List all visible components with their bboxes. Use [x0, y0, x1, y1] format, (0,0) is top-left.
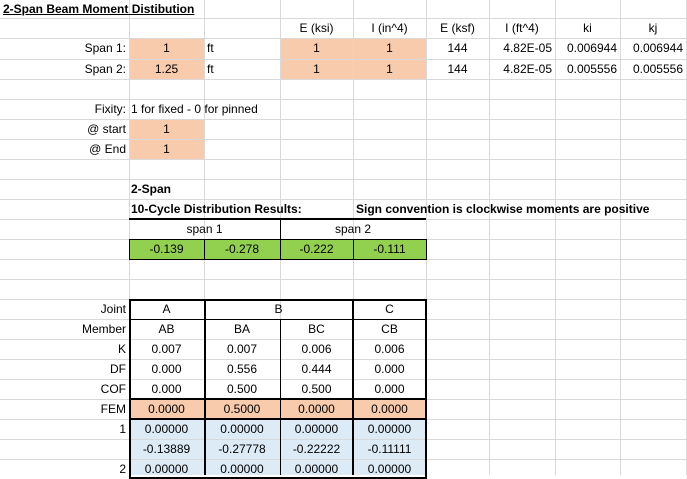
sheet-title: 2-Span Beam Moment Distibution: [3, 2, 195, 16]
fem-bottom-border: [129, 418, 426, 420]
span2-result-header: span 2: [334, 222, 372, 236]
header-ki: ki: [583, 21, 592, 35]
span2-e-ksi-cell[interactable]: 1: [280, 60, 353, 79]
span1-i-ft4-cell[interactable]: 4.82E-05: [489, 39, 552, 58]
cycle-2-label: 2: [119, 462, 126, 476]
spreadsheet-grid[interactable]: 2-Span Beam Moment Distibution E (ksi) I…: [0, 0, 687, 479]
fixity-end-label: @ End: [89, 142, 126, 156]
row-line: [0, 179, 687, 180]
span2-ki-cell[interactable]: 0.005556: [555, 60, 617, 79]
fixity-label: Fixity:: [94, 102, 126, 116]
result-value-bc[interactable]: -0.222: [280, 240, 353, 259]
span1-e-ksf-cell[interactable]: 144: [426, 39, 489, 58]
fixity-end-cell[interactable]: 1: [129, 140, 204, 159]
result-value-ab[interactable]: -0.139: [129, 240, 204, 259]
df-label: DF: [110, 362, 126, 376]
span1-result-header: span 1: [186, 222, 223, 236]
span2-e-ksf-cell[interactable]: 144: [426, 60, 489, 79]
result-value-cb[interactable]: -0.111: [353, 240, 426, 259]
results-heading: 2-Span: [131, 182, 172, 196]
fem-top-border: [129, 398, 426, 400]
header-kj: kj: [648, 21, 658, 35]
row-line: [0, 279, 687, 280]
span1-unit: ft: [207, 41, 214, 55]
result-value-ba[interactable]: -0.278: [204, 240, 280, 259]
span1-i-in4-cell[interactable]: 1: [353, 39, 426, 58]
results-subheading: 10-Cycle Distribution Results:: [131, 202, 302, 216]
table-outer-border: [129, 299, 427, 479]
table-member-divider: [280, 319, 281, 475]
row-line: [0, 79, 687, 80]
span2-label: Span 2:: [84, 62, 126, 76]
table-joint-divider: [204, 299, 206, 475]
span1-e-ksi-cell[interactable]: 1: [280, 39, 353, 58]
span1-kj-cell[interactable]: 0.006944: [620, 39, 683, 58]
span2-length-cell[interactable]: 1.25: [129, 60, 204, 79]
header-e-ksi: E (ksi): [299, 21, 334, 35]
header-i-ft4: I (ft^4): [505, 21, 539, 35]
fixity-start-cell[interactable]: 1: [129, 120, 204, 139]
header-i-in4: I (in^4): [371, 21, 408, 35]
span1-ki-cell[interactable]: 0.006944: [555, 39, 617, 58]
span1-length-cell[interactable]: 1: [129, 39, 204, 58]
row-line: [0, 159, 687, 160]
span1-label: Span 1:: [84, 41, 126, 55]
sign-convention-note: Sign convention is clockwise moments are…: [356, 202, 650, 216]
fixity-note: 1 for fixed - 0 for pinned: [131, 102, 258, 116]
span2-kj-cell[interactable]: 0.005556: [620, 60, 683, 79]
cycle-1-label: 1: [119, 422, 126, 436]
header-e-ksf: E (ksf): [440, 21, 475, 35]
member-label: Member: [81, 322, 126, 336]
k-label: K: [117, 342, 126, 356]
span2-i-in4-cell[interactable]: 1: [353, 60, 426, 79]
cof-label: COF: [100, 382, 126, 396]
table-header-divider: [129, 319, 426, 320]
span2-unit: ft: [207, 62, 214, 76]
span2-i-ft4-cell[interactable]: 4.82E-05: [489, 60, 552, 79]
joint-label: Joint: [100, 302, 126, 316]
table-joint-divider: [352, 299, 354, 475]
fixity-start-label: @ start: [87, 122, 126, 136]
fem-label: FEM: [100, 402, 126, 416]
